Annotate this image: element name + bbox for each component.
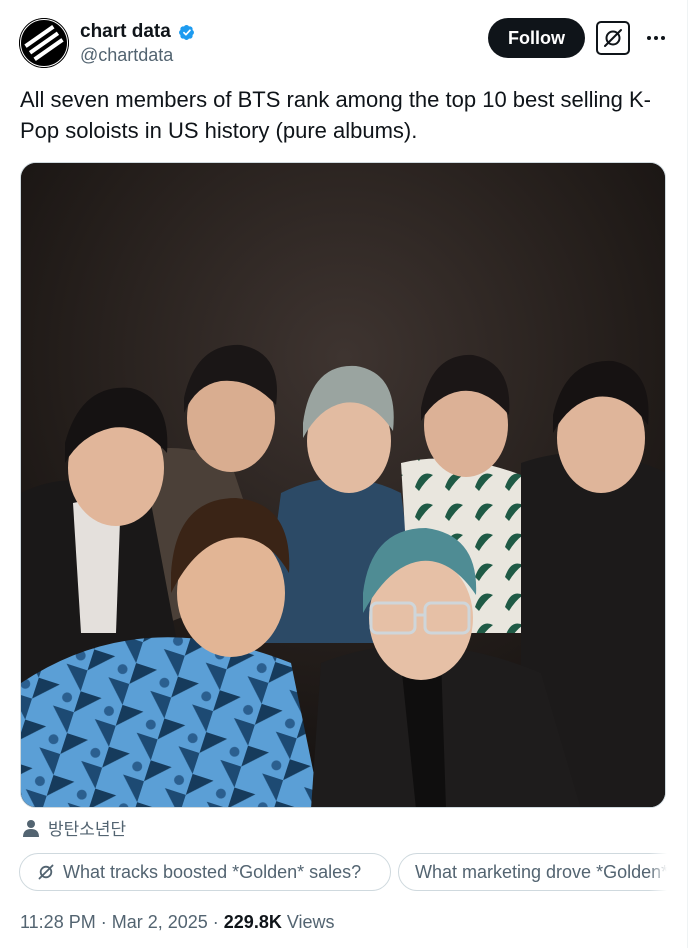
follow-button[interactable]: Follow	[488, 18, 585, 58]
author-avatar[interactable]	[19, 18, 69, 68]
more-options-button[interactable]	[642, 22, 670, 54]
meta-separator: ·	[95, 912, 112, 932]
chips-fade	[649, 853, 667, 893]
views-label: Views	[286, 912, 335, 932]
verified-badge-icon[interactable]	[176, 22, 197, 43]
grok-button[interactable]	[596, 21, 630, 55]
meta-separator: ·	[207, 912, 224, 932]
tagged-account-name[interactable]: 방탄소년단	[48, 815, 126, 840]
more-dots-icon	[647, 36, 651, 40]
tweet-text: All seven members of BTS rank among the …	[20, 87, 651, 143]
grok-suggestion-label: What tracks boosted *Golden* sales?	[63, 861, 362, 882]
grok-suggestion-label: What marketing drove *Golden* sales?	[415, 861, 667, 882]
person-icon	[23, 819, 39, 837]
tweet-date[interactable]: Mar 2, 2025	[112, 912, 208, 932]
tagged-accounts[interactable]: 방탄소년단	[22, 815, 126, 840]
tweet-photo[interactable]	[20, 162, 666, 808]
views-count: 229.8K	[223, 912, 282, 932]
grok-icon	[38, 864, 54, 880]
tweet-meta: 11:28 PM · Mar 2, 2025 · 229.8K Views	[20, 912, 335, 933]
grok-suggestions: What tracks boosted *Golden* sales? What…	[19, 853, 667, 893]
grok-icon	[604, 29, 622, 47]
chart-data-logo-icon	[19, 18, 69, 68]
author-display-name[interactable]: chart data	[80, 21, 171, 43]
group-photo-illustration	[21, 163, 665, 807]
tweet-time[interactable]: 11:28 PM	[20, 912, 96, 932]
more-dots-icon	[661, 36, 665, 40]
author-handle[interactable]: @chartdata	[80, 45, 173, 66]
more-dots-icon	[654, 36, 658, 40]
grok-suggestion-chip[interactable]: What tracks boosted *Golden* sales?	[19, 853, 391, 891]
grok-suggestion-chip[interactable]: What marketing drove *Golden* sales?	[398, 853, 667, 891]
author-name-row[interactable]: chart data	[80, 21, 197, 43]
